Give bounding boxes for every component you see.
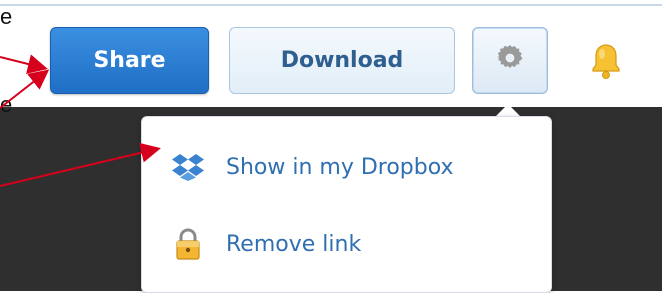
menu-item-remove-link[interactable]: Remove link — [170, 226, 361, 262]
download-button[interactable]: Download — [229, 27, 455, 94]
annotation-text-fragment: e — [0, 4, 13, 29]
bell-icon[interactable] — [589, 41, 623, 81]
settings-dropdown-menu: Show in my Dropbox Remove link — [141, 116, 552, 293]
download-button-label: Download — [280, 48, 404, 73]
menu-item-label: Show in my Dropbox — [226, 154, 454, 180]
menu-item-label: Remove link — [226, 231, 362, 257]
annotation-text-fragment: e — [0, 92, 13, 117]
share-button[interactable]: Share — [50, 27, 209, 94]
menu-item-show-in-dropbox[interactable]: Show in my Dropbox — [170, 149, 454, 185]
lock-icon — [170, 226, 206, 262]
settings-button[interactable] — [472, 27, 548, 94]
toolbar-top-border — [0, 4, 662, 6]
share-button-label: Share — [93, 48, 166, 73]
dropbox-icon — [170, 149, 206, 185]
gear-icon — [495, 43, 525, 79]
